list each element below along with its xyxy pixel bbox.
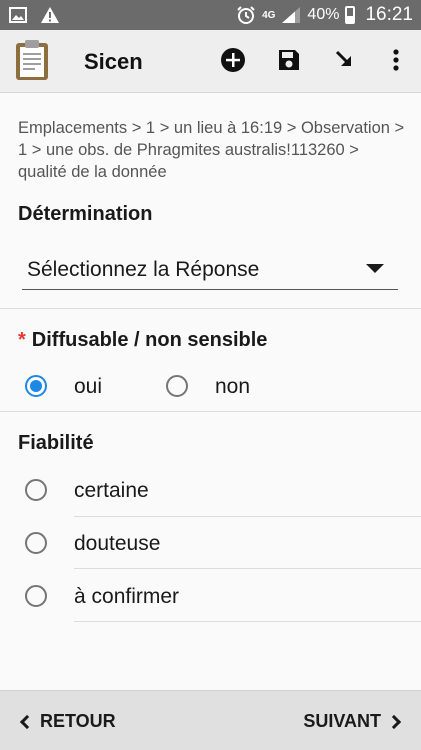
clock: 16:21 bbox=[365, 4, 413, 25]
next-button-label: SUIVANT bbox=[303, 711, 381, 731]
arrow-down-right-icon bbox=[335, 50, 351, 66]
chevron-right-icon bbox=[386, 714, 402, 729]
radio-douteuse-label[interactable]: douteuse bbox=[74, 532, 160, 556]
divider bbox=[0, 411, 421, 412]
breadcrumb: Emplacements > 1 > un lieu à 16:19 > Obs… bbox=[18, 119, 405, 181]
next-button[interactable]: SUIVANT bbox=[303, 711, 402, 732]
caret-down-icon bbox=[366, 264, 384, 273]
alarm-icon bbox=[237, 6, 255, 24]
app-bar: Sicen bbox=[0, 30, 421, 93]
radio-certaine-label[interactable]: certaine bbox=[74, 479, 149, 503]
diffusable-label: * Diffusable / non sensible bbox=[18, 329, 267, 352]
signal-icon bbox=[282, 7, 301, 23]
overflow-menu-button[interactable] bbox=[380, 44, 412, 76]
back-button[interactable]: RETOUR bbox=[19, 711, 116, 732]
add-button[interactable] bbox=[217, 44, 249, 76]
fiabilite-label: Fiabilité bbox=[18, 432, 94, 454]
network-type: 4G bbox=[262, 9, 276, 21]
radio-douteuse[interactable] bbox=[25, 532, 47, 554]
save-icon bbox=[279, 50, 299, 70]
image-icon bbox=[9, 7, 27, 23]
battery-icon bbox=[345, 6, 356, 24]
warning-icon bbox=[41, 7, 59, 23]
app-title: Sicen bbox=[84, 49, 143, 74]
row-divider bbox=[74, 621, 421, 622]
required-mark: * bbox=[18, 329, 26, 351]
radio-non[interactable] bbox=[166, 375, 188, 397]
save-button[interactable] bbox=[273, 44, 305, 76]
diffusable-label-text: Diffusable / non sensible bbox=[31, 329, 268, 351]
row-divider bbox=[74, 568, 421, 569]
radio-certaine[interactable] bbox=[25, 479, 47, 501]
radio-oui[interactable] bbox=[25, 375, 47, 397]
overflow-menu-icon bbox=[393, 49, 399, 71]
determination-select[interactable]: Sélectionnez la Réponse bbox=[22, 250, 398, 290]
determination-label: Détermination bbox=[18, 203, 153, 225]
bottom-nav: RETOUR SUIVANT bbox=[0, 690, 421, 750]
add-icon bbox=[221, 48, 245, 72]
determination-selected-value: Sélectionnez la Réponse bbox=[27, 258, 260, 281]
radio-a-confirmer-label[interactable]: à confirmer bbox=[74, 585, 179, 609]
row-divider bbox=[74, 516, 421, 517]
chevron-left-icon bbox=[19, 714, 35, 729]
battery-percent: 40% bbox=[307, 6, 340, 23]
radio-oui-label[interactable]: oui bbox=[74, 375, 102, 399]
radio-a-confirmer[interactable] bbox=[25, 585, 47, 607]
radio-non-label[interactable]: non bbox=[215, 375, 250, 399]
clipboard-icon bbox=[16, 40, 48, 80]
back-button-label: RETOUR bbox=[40, 711, 116, 731]
export-button[interactable] bbox=[329, 44, 361, 76]
divider bbox=[0, 308, 421, 309]
status-bar: 4G 40% 16:21 bbox=[0, 0, 421, 30]
